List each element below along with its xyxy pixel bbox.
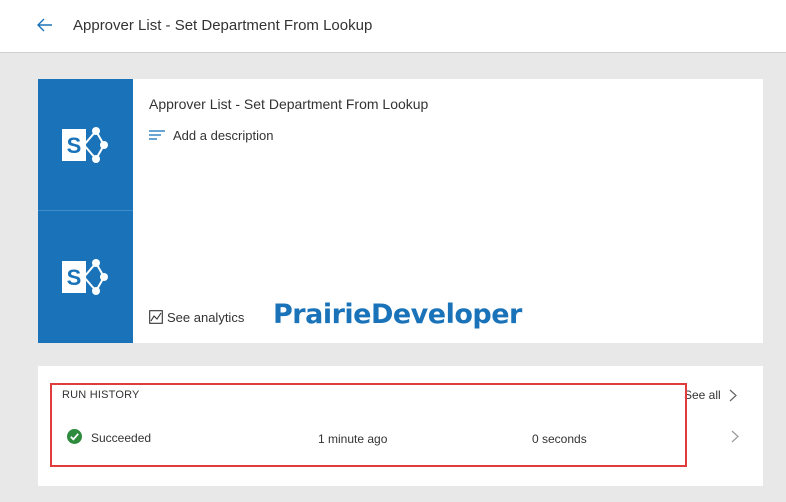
see-all-link[interactable]: See all <box>684 387 737 403</box>
back-button[interactable] <box>34 14 56 36</box>
sharepoint-icon: S <box>62 127 108 163</box>
add-description-link[interactable]: Add a description <box>149 126 273 144</box>
add-description-label: Add a description <box>173 127 274 143</box>
connector-tile-top: S <box>38 79 133 210</box>
flow-details-card: S S Approver List - Set Department From … <box>38 79 763 343</box>
run-start-time: 1 minute ago <box>318 432 388 446</box>
see-analytics-label: See analytics <box>167 309 245 325</box>
run-duration: 0 seconds <box>532 432 587 446</box>
connector-tile-bottom: S <box>38 211 133 343</box>
description-lines-icon <box>149 130 165 140</box>
chevron-right-icon <box>729 389 737 401</box>
see-all-label: See all <box>684 388 721 402</box>
chevron-right-icon <box>731 430 739 443</box>
watermark-text: PrairieDeveloper <box>273 299 522 330</box>
page-header: Approver List - Set Department From Look… <box>0 0 786 53</box>
flow-title: Approver List - Set Department From Look… <box>149 96 429 112</box>
page-title: Approver List - Set Department From Look… <box>73 17 373 34</box>
run-history-row[interactable]: Succeeded 1 minute ago 0 seconds <box>62 426 747 450</box>
svg-text:S: S <box>67 133 82 158</box>
run-history-card: RUN HISTORY See all Succeeded 1 minute a… <box>38 366 763 486</box>
svg-text:S: S <box>67 265 82 290</box>
run-history-heading: RUN HISTORY <box>62 389 140 401</box>
sharepoint-icon: S <box>62 259 108 295</box>
analytics-chart-icon <box>149 310 163 324</box>
back-arrow-icon <box>37 18 52 32</box>
success-check-icon <box>67 429 82 444</box>
run-status: Succeeded <box>91 431 152 445</box>
see-analytics-link[interactable]: See analytics <box>149 308 244 326</box>
